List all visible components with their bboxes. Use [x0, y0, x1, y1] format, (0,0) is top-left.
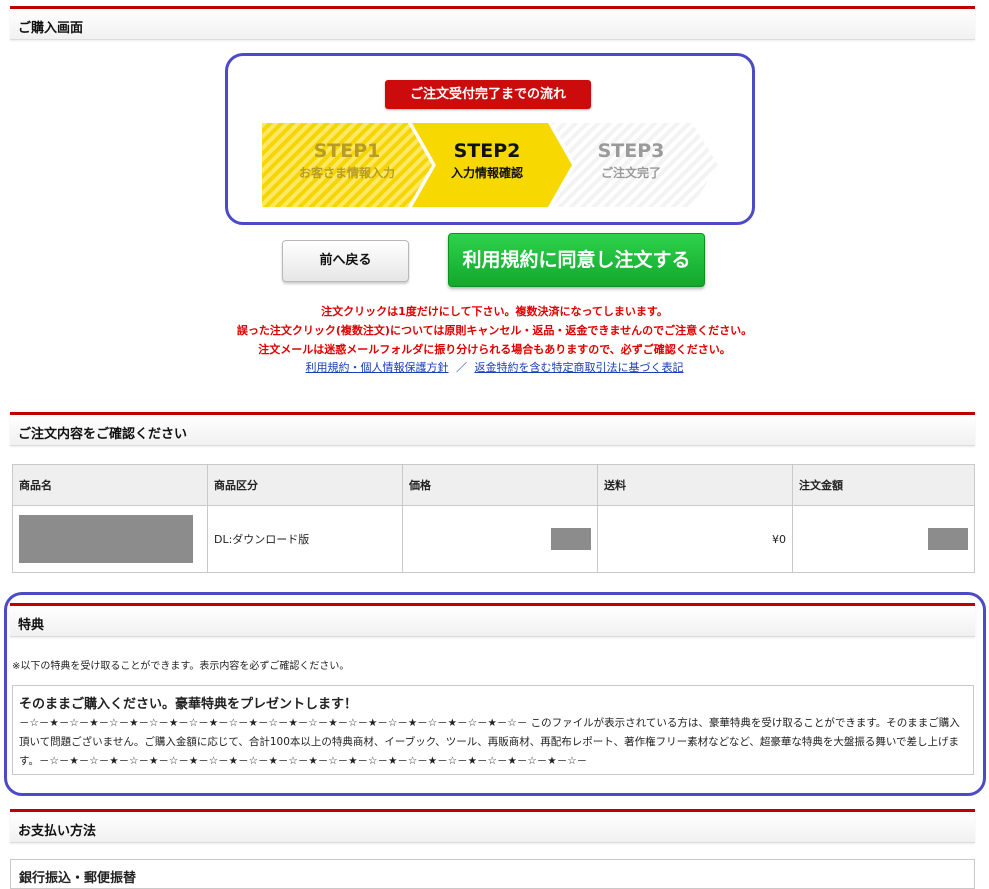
step2-title: STEP2	[453, 140, 521, 162]
bonus-section-header: 特典	[10, 603, 975, 637]
payment-section-header: お支払い方法	[10, 809, 975, 843]
redacted-product-name	[19, 515, 193, 563]
confirm-section-title: ご注文内容をご確認ください	[18, 427, 188, 442]
cell-product-category: DL:ダウンロード版	[207, 505, 403, 573]
step1: STEP1 お客さま情報入力	[262, 140, 432, 181]
payment-method-label: 銀行振込・郵便振替	[19, 871, 137, 886]
notice-line-3: 注文メールは迷惑メールフォルダに振り分けられる場合もありますので、必ずご確認くだ…	[258, 343, 731, 356]
payment-method-box: 銀行振込・郵便振替	[10, 859, 975, 889]
cell-price	[402, 505, 598, 573]
bonus-title: そのままご購入ください。豪華特典をプレゼントします！	[19, 697, 358, 712]
header-price: 価格	[402, 464, 598, 506]
policy-links: 利用規約・個人情報保護方針 ／ 返金特約を含む特定商取引法に基づく表記	[0, 359, 989, 375]
header-product-category: 商品区分	[207, 464, 403, 506]
flow-badge: ご注文受付完了までの流れ	[385, 80, 591, 109]
order-table: 商品名 商品区分 価格 送料 注文金額 DL:ダウンロード版 ¥0	[12, 464, 975, 573]
payment-section-title: お支払い方法	[18, 824, 97, 839]
table-row: DL:ダウンロード版 ¥0	[12, 505, 975, 573]
step1-title: STEP1	[313, 140, 381, 162]
confirm-section-header: ご注文内容をご確認ください	[10, 412, 975, 446]
step2-label: 入力情報確認	[450, 166, 523, 180]
back-button[interactable]: 前へ戻る	[282, 240, 409, 282]
step1-label: お客さま情報入力	[298, 166, 395, 180]
step2: STEP2 入力情報確認	[412, 140, 562, 181]
bonus-body: －☆－★－☆－★－☆－★－☆－★－☆－★－☆－★－☆－★－☆－★－☆－★－☆－★…	[19, 717, 960, 767]
header-shipping: 送料	[597, 464, 793, 506]
redacted-price	[551, 528, 591, 550]
redacted-order-total	[928, 528, 968, 550]
header-product-name: 商品名	[12, 464, 208, 506]
bonus-box: そのままご購入ください。豪華特典をプレゼントします！ －☆－★－☆－★－☆－★－…	[12, 685, 974, 775]
step3-title: STEP3	[597, 140, 665, 162]
cell-product-name	[12, 505, 208, 573]
agree-and-order-button[interactable]: 利用規約に同意し注文する	[448, 233, 705, 287]
cell-order-total	[792, 505, 975, 573]
link-separator: ／	[456, 361, 467, 374]
order-table-header-row: 商品名 商品区分 価格 送料 注文金額	[12, 464, 975, 506]
bonus-note: ※以下の特典を受け取ることができます。表示内容を必ずご確認ください。	[12, 661, 350, 672]
purchase-section-header: ご購入画面	[10, 6, 975, 40]
step3: STEP3 ご注文完了	[556, 140, 706, 181]
header-order-total: 注文金額	[792, 464, 975, 506]
commercial-law-link[interactable]: 返金特約を含む特定商取引法に基づく表記	[475, 361, 684, 374]
terms-privacy-link[interactable]: 利用規約・個人情報保護方針	[306, 361, 449, 374]
cell-shipping: ¥0	[597, 505, 793, 573]
step3-label: ご注文完了	[600, 166, 661, 180]
purchase-section-title: ご購入画面	[18, 21, 84, 36]
notice-line-1: 注文クリックは1度だけにして下さい。複数決済になってしまいます。	[321, 305, 668, 318]
bonus-section-title: 特典	[18, 618, 45, 633]
notice-line-2: 誤った注文クリック(複数注文)については原則キャンセル・返品・返金できませんので…	[236, 324, 753, 337]
